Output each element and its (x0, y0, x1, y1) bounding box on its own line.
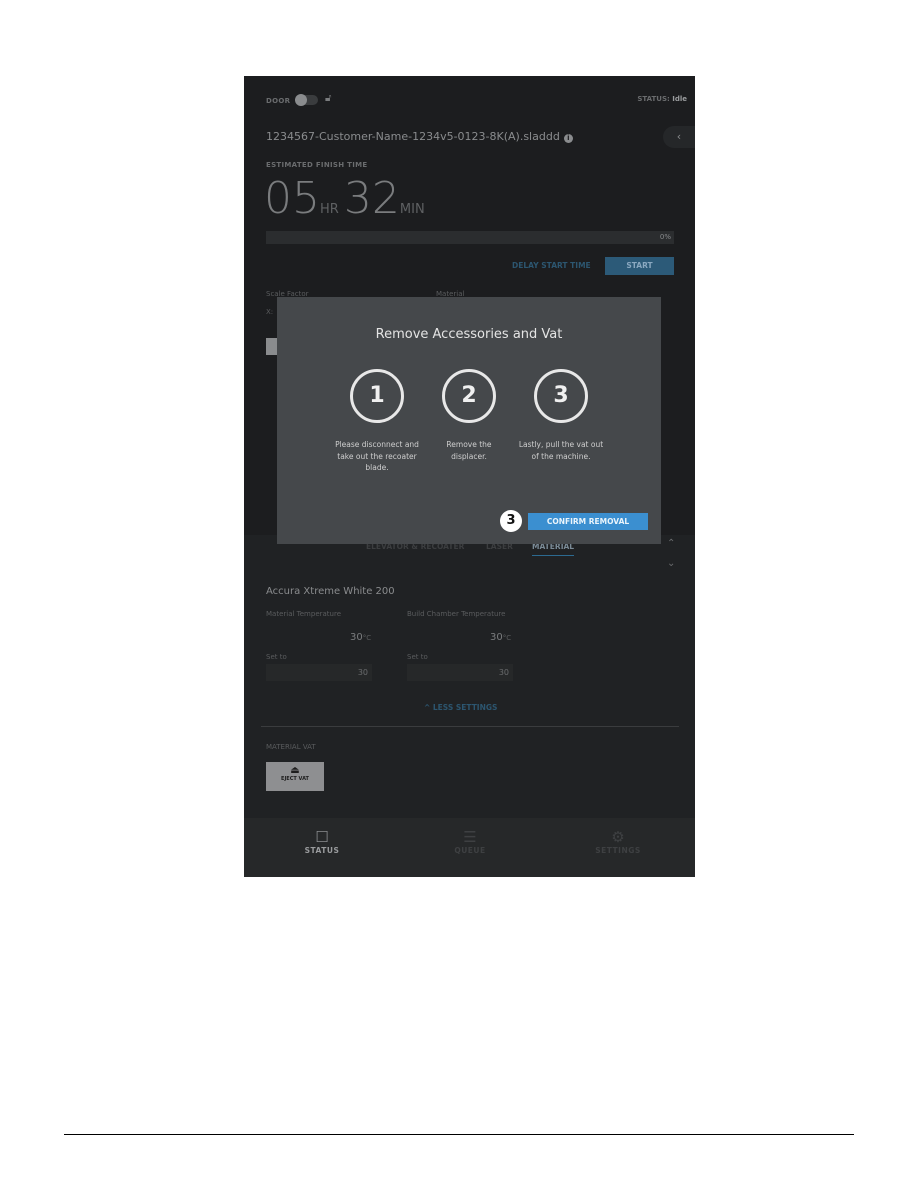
chevron-left-icon[interactable]: ‹ (663, 126, 695, 148)
chevron-down-icon[interactable]: ⌄ (667, 558, 675, 569)
set-value: 30 (498, 668, 509, 677)
x-label: X: (266, 308, 274, 316)
remove-accessories-dialog: Remove Accessories and Vat 1 2 3 Please … (277, 297, 661, 544)
chamber-temp-input[interactable]: 30 (407, 664, 513, 681)
status-value: Idle (672, 95, 687, 103)
unit: °C (502, 634, 512, 642)
status-label: STATUS: (637, 95, 670, 103)
eject-icon: ⏏ (290, 765, 300, 776)
delay-start-button[interactable]: DELAY START TIME (512, 261, 591, 270)
min-unit: MIN (399, 202, 425, 217)
eject-label: EJECT VAT (281, 776, 309, 782)
hours: 05 (264, 173, 320, 224)
minutes: 32 (343, 173, 400, 224)
chamber-temp-value: 30 (490, 632, 503, 643)
info-icon[interactable]: i (563, 134, 573, 143)
printer-screen: DOOR 🔓︎ STATUS: Idle 1234567-Customer-Na… (244, 76, 695, 877)
less-settings-button[interactable]: ^ LESS SETTINGS (424, 703, 497, 712)
start-button[interactable]: START (605, 257, 674, 275)
material-name: Accura Xtreme White 200 (266, 586, 395, 597)
unlock-icon: 🔓︎ (325, 93, 332, 104)
finish-label: ESTIMATED FINISH TIME (266, 161, 368, 169)
divider (261, 726, 679, 727)
set-value: 30 (357, 668, 368, 677)
material-temp-input[interactable]: 30 (266, 664, 372, 681)
chamber-temp: 30°C (490, 625, 511, 644)
page-footer-rule (64, 1134, 854, 1135)
set-to-label: Set to (266, 653, 287, 661)
nav-status[interactable]: ☐ STATUS (272, 828, 372, 855)
progress-text: 0% (659, 233, 671, 241)
vat-label: MATERIAL VAT (266, 743, 316, 751)
confirm-removal-button[interactable]: CONFIRM REMOVAL (528, 513, 648, 530)
tab-material[interactable]: MATERIAL (532, 542, 575, 556)
material-temp-label: Material Temperature (266, 610, 342, 618)
status-readout: STATUS: Idle (637, 95, 687, 103)
dialog-title: Remove Accessories and Vat (375, 327, 563, 342)
progress-bar: 0% (266, 231, 674, 244)
hr-unit: HR (320, 202, 339, 217)
door-label: DOOR (266, 97, 291, 105)
nav-settings[interactable]: ⚙ SETTINGS (568, 828, 668, 855)
door-toggle[interactable] (295, 94, 318, 106)
step-2-icon: 2 (442, 369, 496, 423)
step-1-icon: 1 (350, 369, 404, 423)
nav-label: SETTINGS (595, 846, 641, 855)
step-3-text: Lastly, pull the vat out of the machine. (518, 440, 604, 461)
eject-vat-button[interactable]: ⏏ EJECT VAT (266, 762, 324, 791)
filename-text: 1234567-Customer-Name-1234v5-0123-8K(A).… (266, 130, 560, 143)
chamber-temp-label: Build Chamber Temperature (407, 610, 506, 618)
unit: °C (362, 634, 372, 642)
step-2-text: Remove the displacer. (446, 440, 492, 461)
bottom-nav: ☐ STATUS ☰ QUEUE ⚙ SETTINGS (244, 818, 695, 877)
gear-icon: ⚙ (611, 828, 625, 846)
finish-time: 05HR 32MIN (264, 173, 425, 224)
nav-label: STATUS (304, 846, 340, 855)
step-1-text: Please disconnect and take out the recoa… (335, 440, 419, 472)
nav-queue[interactable]: ☰ QUEUE (420, 828, 520, 855)
step-3-icon: 3 (534, 369, 588, 423)
set-to-label: Set to (407, 653, 428, 661)
callout-badge: 3 (500, 510, 522, 532)
chevron-up-icon[interactable]: ⌃ (667, 538, 675, 549)
material-temp: 30°C (350, 625, 371, 644)
material-temp-value: 30 (350, 632, 363, 643)
job-filename: 1234567-Customer-Name-1234v5-0123-8K(A).… (266, 130, 573, 143)
queue-icon: ☰ (463, 828, 477, 846)
status-icon: ☐ (315, 828, 329, 846)
nav-label: QUEUE (454, 846, 486, 855)
